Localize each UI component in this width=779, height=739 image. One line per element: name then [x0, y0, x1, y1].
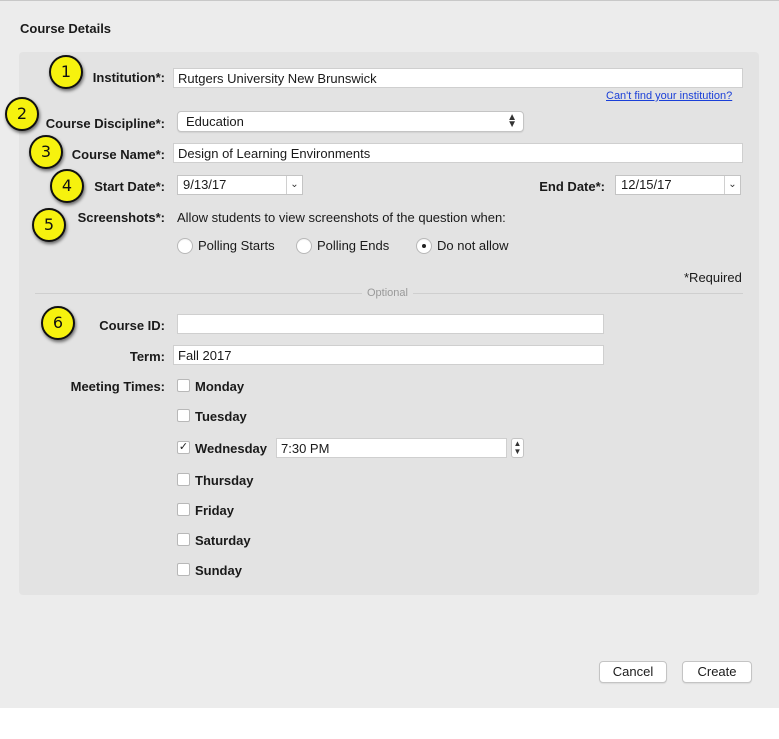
course-details-dialog: Course Details Institution*: Rutgers Uni… [0, 0, 779, 708]
callout-1: 1 [49, 55, 83, 89]
create-button[interactable]: Create [682, 661, 752, 683]
radio-do-not-allow[interactable] [416, 238, 432, 254]
checkbox-wednesday[interactable]: ✓ [177, 441, 190, 454]
checkbox-monday-label[interactable]: Monday [195, 379, 244, 394]
time-stepper[interactable]: ▲ ▼ [511, 438, 524, 458]
end-date-picker[interactable]: 12/15/17 ⌄ [615, 175, 741, 195]
chevron-down-icon[interactable]: ⌄ [724, 176, 740, 194]
checkbox-friday[interactable] [177, 503, 190, 516]
callout-4: 4 [50, 169, 84, 203]
radio-polling-starts-label[interactable]: Polling Starts [198, 238, 275, 253]
checkbox-thursday-label[interactable]: Thursday [195, 473, 254, 488]
radio-polling-ends[interactable] [296, 238, 312, 254]
checkbox-friday-label[interactable]: Friday [195, 503, 234, 518]
term-label: Term: [129, 349, 165, 364]
discipline-select[interactable]: Education ▲ ▼ [177, 111, 524, 132]
start-date-value: 9/13/17 [183, 177, 227, 192]
checkbox-tuesday-label[interactable]: Tuesday [195, 409, 247, 424]
checkbox-saturday-label[interactable]: Saturday [195, 533, 251, 548]
checkbox-monday[interactable] [177, 379, 190, 392]
checkbox-saturday[interactable] [177, 533, 190, 546]
institution-field[interactable]: Rutgers University New Brunswick [173, 68, 743, 88]
start-date-label: Start Date*: [94, 179, 165, 194]
cant-find-institution-link[interactable]: Can't find your institution? [606, 90, 732, 102]
chevron-down-icon[interactable]: ⌄ [286, 176, 302, 194]
cancel-button[interactable]: Cancel [599, 661, 667, 683]
updown-arrows-icon: ▲ ▼ [507, 112, 517, 130]
discipline-select-value: Education [186, 114, 244, 129]
callout-5: 5 [32, 208, 66, 242]
end-date-label: End Date*: [539, 179, 605, 194]
start-date-picker[interactable]: 9/13/17 ⌄ [177, 175, 303, 195]
screenshots-description: Allow students to view screenshots of th… [177, 210, 506, 225]
radio-polling-starts[interactable] [177, 238, 193, 254]
radio-do-not-allow-label[interactable]: Do not allow [437, 238, 509, 253]
callout-2: 2 [5, 97, 39, 131]
checkbox-sunday[interactable] [177, 563, 190, 576]
end-date-value: 12/15/17 [621, 177, 672, 192]
checkbox-wednesday-label[interactable]: Wednesday [195, 441, 267, 456]
wednesday-time-field[interactable]: 7:30 PM [276, 438, 507, 458]
course-name-field[interactable]: Design of Learning Environments [173, 143, 743, 163]
checkbox-sunday-label[interactable]: Sunday [195, 563, 242, 578]
dialog-title: Course Details [20, 21, 112, 36]
meeting-times-label: Meeting Times: [70, 379, 165, 394]
discipline-label: Course Discipline*: [45, 116, 165, 131]
checkbox-thursday[interactable] [177, 473, 190, 486]
term-field[interactable]: Fall 2017 [173, 345, 604, 365]
callout-6: 6 [41, 306, 75, 340]
course-id-field[interactable] [177, 314, 604, 334]
optional-label: Optional [362, 287, 413, 299]
radio-polling-ends-label[interactable]: Polling Ends [317, 238, 389, 253]
callout-3: 3 [29, 135, 63, 169]
required-note: *Required [684, 270, 742, 285]
checkbox-tuesday[interactable] [177, 409, 190, 422]
